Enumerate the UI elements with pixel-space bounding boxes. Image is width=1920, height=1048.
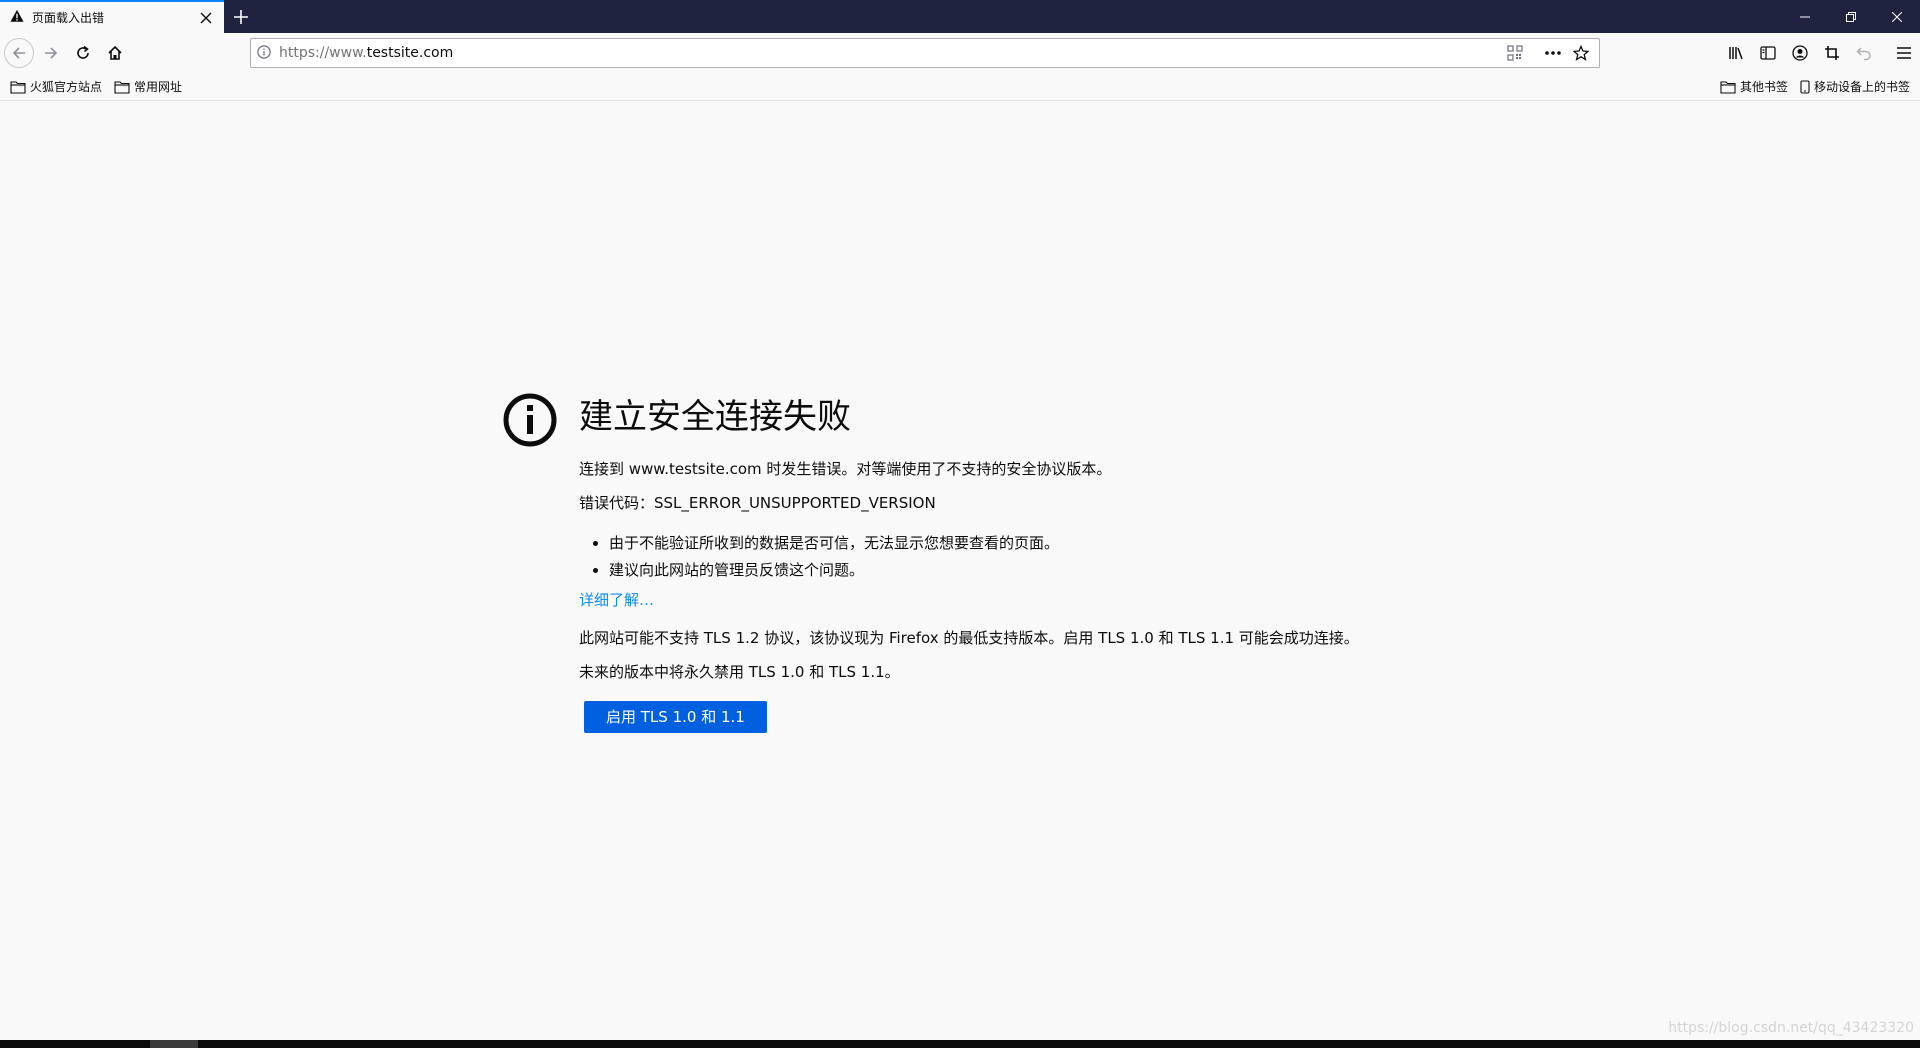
- toolbar-right: [1720, 38, 1920, 68]
- list-item: 建议向此网站的管理员反馈这个问题。: [609, 559, 1379, 581]
- plus-icon: [234, 9, 248, 24]
- error-page: 建立安全连接失败 连接到 www.testsite.com 时发生错误。对等端使…: [0, 102, 1920, 1040]
- minimize-button[interactable]: [1782, 0, 1828, 33]
- arrow-right-icon: [45, 47, 58, 59]
- error-description: 连接到 www.testsite.com 时发生错误。对等端使用了不支持的安全协…: [579, 460, 1112, 478]
- bookmark-star-icon[interactable]: [1569, 41, 1593, 65]
- bookmark-label: 常用网址: [134, 80, 183, 94]
- folder-icon: [114, 80, 130, 94]
- close-window-button[interactable]: [1874, 0, 1920, 33]
- error-code: 错误代码：SSL_ERROR_UNSUPPORTED_VERSION: [579, 494, 936, 512]
- tls-future-note: 未来的版本中将永久禁用 TLS 1.0 和 TLS 1.1。: [579, 663, 900, 681]
- url-scheme: https://www.: [279, 45, 367, 61]
- hamburger-menu-icon[interactable]: [1888, 38, 1920, 68]
- undo-icon[interactable]: [1848, 38, 1880, 68]
- screenshot-crop-icon[interactable]: [1816, 38, 1848, 68]
- list-item: 由于不能验证所收到的数据是否可信，无法显示您想要查看的页面。: [609, 532, 1379, 554]
- arrow-left-icon: [12, 47, 25, 59]
- tab-bar: 页面载入出错: [0, 0, 1920, 33]
- tab-title: 页面载入出错: [32, 11, 105, 25]
- restore-icon: [1846, 11, 1856, 22]
- tab-spacer: [258, 0, 1782, 33]
- watermark: https://blog.csdn.net/qq_43423320: [1668, 1020, 1914, 1036]
- account-icon[interactable]: [1784, 38, 1816, 68]
- tab-active[interactable]: 页面载入出错: [0, 0, 224, 33]
- nav-bar: https://www.testsite.com: [0, 33, 1920, 73]
- info-circle-icon: [503, 393, 557, 447]
- warning-icon: [10, 9, 24, 26]
- bookmark-folder-common[interactable]: 常用网址: [114, 78, 182, 95]
- mobile-device-icon: [1800, 79, 1810, 94]
- library-icon[interactable]: [1720, 38, 1752, 68]
- reload-button[interactable]: [68, 38, 98, 68]
- restore-button[interactable]: [1828, 0, 1874, 33]
- taskbar-item[interactable]: [150, 1040, 198, 1048]
- bookmark-label: 移动设备上的书签: [1813, 80, 1910, 94]
- bookmarks-toolbar: 火狐官方站点 常用网址 其他书签 移动设备上的书签: [0, 73, 1920, 101]
- back-button[interactable]: [4, 38, 34, 68]
- forward-button[interactable]: [36, 38, 66, 68]
- qr-code-icon[interactable]: [1503, 41, 1527, 65]
- error-body: 连接到 www.testsite.com 时发生错误。对等端使用了不支持的安全协…: [579, 458, 1379, 733]
- reload-icon: [77, 45, 89, 59]
- tls-note: 此网站可能不支持 TLS 1.2 协议，该协议现为 Firefox 的最低支持版…: [579, 629, 1359, 647]
- bookmark-label: 火狐官方站点: [30, 80, 103, 94]
- bookmark-folder-mobile[interactable]: 移动设备上的书签: [1800, 78, 1910, 95]
- enable-tls-button[interactable]: 启用 TLS 1.0 和 1.1: [584, 701, 767, 733]
- close-icon: [1892, 11, 1902, 22]
- home-icon: [108, 45, 122, 60]
- bookmark-folder-other[interactable]: 其他书签: [1720, 78, 1788, 95]
- info-icon[interactable]: [257, 44, 271, 63]
- learn-more-link[interactable]: 详细了解…: [579, 591, 654, 609]
- folder-icon: [1720, 80, 1736, 94]
- tab-close-icon[interactable]: [198, 10, 214, 26]
- error-bullet-list: 由于不能验证所收到的数据是否可信，无法显示您想要查看的页面。 建议向此网站的管理…: [609, 532, 1379, 581]
- url-bar[interactable]: https://www.testsite.com: [250, 38, 1600, 68]
- bookmark-label: 其他书签: [1739, 80, 1788, 94]
- more-actions-icon[interactable]: [1541, 41, 1565, 65]
- folder-icon: [10, 80, 26, 94]
- taskbar: [0, 1040, 1920, 1048]
- url-host: testsite.com: [366, 45, 454, 61]
- sidebar-icon[interactable]: [1752, 38, 1784, 68]
- url-text[interactable]: https://www.testsite.com: [279, 45, 1499, 61]
- new-tab-button[interactable]: [224, 0, 258, 33]
- minimize-icon: [1800, 16, 1810, 17]
- bookmark-folder-firefox[interactable]: 火狐官方站点: [10, 78, 102, 95]
- home-button[interactable]: [100, 38, 130, 68]
- error-title: 建立安全连接失败: [579, 397, 851, 437]
